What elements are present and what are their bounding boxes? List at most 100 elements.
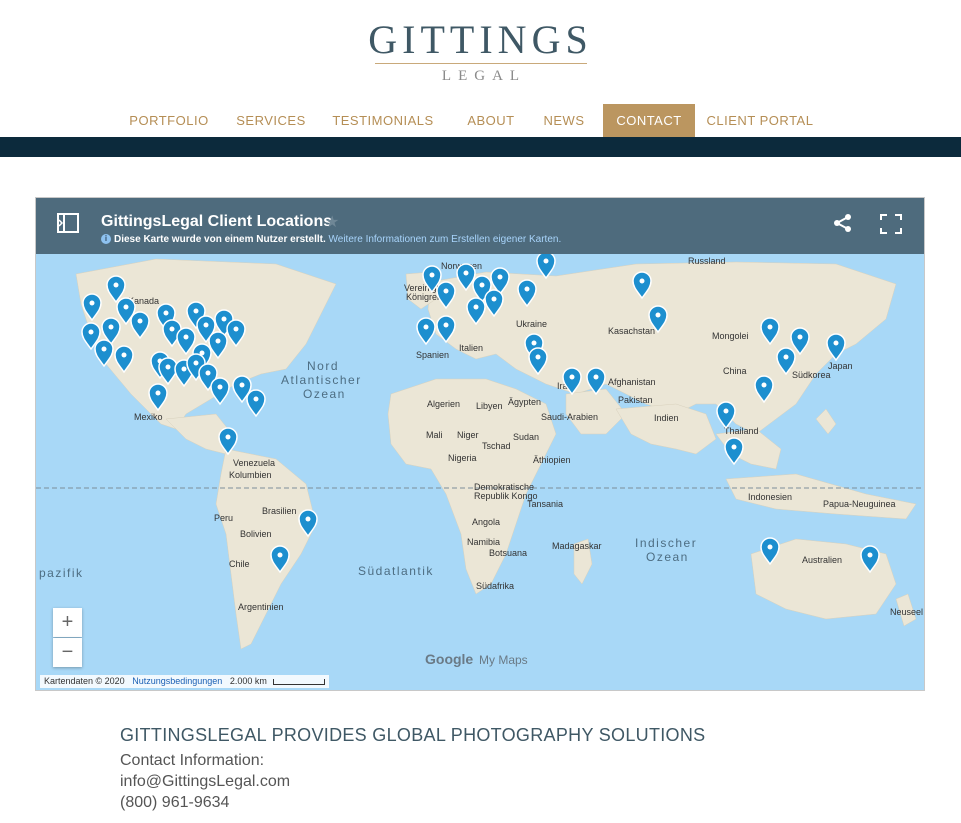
map-pin-dot xyxy=(277,552,283,558)
map-pin-dot xyxy=(215,338,221,344)
embedded-map[interactable]: GittingsLegal Client Locations ★ i Diese … xyxy=(35,197,925,691)
label-botsuana: Botsuana xyxy=(489,548,527,558)
contact-label: Contact Information: xyxy=(120,752,265,769)
terms-link[interactable]: Nutzungsbedingungen xyxy=(132,676,222,686)
contact-email[interactable]: info@GittingsLegal.com xyxy=(120,773,290,791)
logo-wordmark: GITTINGS xyxy=(368,17,593,62)
map-info-link[interactable]: Weitere Informationen zum Erstellen eige… xyxy=(329,234,562,245)
logo-divider xyxy=(374,63,587,64)
fullscreen-icon[interactable] xyxy=(880,214,902,234)
map-pin-dot xyxy=(239,382,245,388)
label-neuseeland: Neuseel xyxy=(890,607,923,617)
label-china: China xyxy=(723,366,747,376)
scale-label: 2.000 km xyxy=(229,676,267,686)
label-chile: Chile xyxy=(229,559,250,569)
map-pin-dot xyxy=(121,352,127,358)
label-namibia: Namibia xyxy=(467,537,500,547)
map-pin-dot xyxy=(193,308,199,314)
map-pin-dot xyxy=(443,288,449,294)
label-tansania: Tansania xyxy=(527,499,563,509)
label-russland: Russland xyxy=(688,256,726,266)
label-indien: Indien xyxy=(654,413,679,423)
map-pin-dot xyxy=(543,258,549,264)
mymaps-brand: My Maps xyxy=(479,653,528,667)
sidebar-toggle-icon[interactable] xyxy=(56,212,80,234)
map-pin-dot xyxy=(443,322,449,328)
map-pin-dot xyxy=(165,364,171,370)
map-pin-dot xyxy=(497,274,503,280)
map-pin-dot xyxy=(225,434,231,440)
map-title: GittingsLegal Client Locations xyxy=(101,213,333,230)
map-pin-dot xyxy=(193,360,199,366)
site-logo[interactable]: GITTINGS LEGAL xyxy=(0,18,961,85)
label-ukraine: Ukraine xyxy=(516,319,547,329)
map-pin-dot xyxy=(123,304,129,310)
map-pin-dot xyxy=(253,396,259,402)
map-pin-dot xyxy=(181,366,187,372)
map-pin-dot xyxy=(491,296,497,302)
label-sudan: Sudan xyxy=(513,432,539,442)
map-pin-dot xyxy=(767,324,773,330)
label-spanien: Spanien xyxy=(416,350,449,360)
map-pin-dot xyxy=(137,318,143,324)
scale-bar xyxy=(273,678,326,685)
label-brasilien: Brasilien xyxy=(262,506,297,516)
map-pin-dot xyxy=(183,334,189,340)
map-pin-dot xyxy=(101,346,107,352)
zoom-out-button[interactable]: − xyxy=(53,638,82,667)
label-pazifik: pazifik xyxy=(39,566,84,580)
map-pin-dot xyxy=(797,334,803,340)
map-pin-dot xyxy=(221,316,227,322)
map-pin-dot xyxy=(639,278,645,284)
world-map[interactable]: Norwegen Russland Kanada Ukraine Kasachs… xyxy=(36,254,924,690)
label-aegypten: Ägypten xyxy=(508,397,541,407)
label-peru: Peru xyxy=(214,513,233,523)
nav-item-about[interactable]: ABOUT xyxy=(461,104,521,137)
nav-item-news[interactable]: NEWS xyxy=(538,104,590,137)
nav-item-contact[interactable]: CONTACT xyxy=(603,104,695,137)
label-aethiopien: Äthiopien xyxy=(533,455,571,465)
label-algerien: Algerien xyxy=(427,399,460,409)
map-pin-dot xyxy=(833,340,839,346)
map-pin-dot xyxy=(531,340,537,346)
label-indischer: Indischer xyxy=(635,536,697,550)
map-pin-dot xyxy=(593,374,599,380)
label-libyen: Libyen xyxy=(476,401,503,411)
label-mexiko: Mexiko xyxy=(134,412,163,422)
map-pin-dot xyxy=(113,282,119,288)
map-pin-dot xyxy=(524,286,530,292)
label-pakistan: Pakistan xyxy=(618,395,653,405)
contact-phone[interactable]: (800) 961-9634 xyxy=(120,794,229,812)
label-papua-neuguinea: Papua-Neuguinea xyxy=(823,499,896,509)
nav-item-testimonials[interactable]: TESTIMONIALS xyxy=(328,104,438,137)
label-afghanistan: Afghanistan xyxy=(608,377,656,387)
star-icon[interactable]: ★ xyxy=(325,212,339,232)
nav-underline-band xyxy=(0,137,961,157)
map-pin-dot xyxy=(203,322,209,328)
nav-item-services[interactable]: SERVICES xyxy=(232,104,310,137)
label-nigeria: Nigeria xyxy=(448,453,477,463)
label-tschad: Tschad xyxy=(482,441,511,451)
nav-item-portfolio[interactable]: PORTFOLIO xyxy=(124,104,214,137)
map-info-line: i Diese Karte wurde von einem Nutzer erst… xyxy=(101,234,561,245)
map-pin-dot xyxy=(108,324,114,330)
label-kasachstan: Kasachstan xyxy=(608,326,655,336)
map-pin-dot xyxy=(767,544,773,550)
map-pin-dot xyxy=(305,516,311,522)
map-pin-dot xyxy=(783,354,789,360)
zoom-in-button[interactable]: + xyxy=(53,608,82,637)
map-pin-dot xyxy=(423,324,429,330)
map-pin-dot xyxy=(463,270,469,276)
map-pin-dot xyxy=(155,390,161,396)
share-icon[interactable] xyxy=(833,213,853,233)
label-saudi-arabien: Saudi-Arabien xyxy=(541,412,598,422)
map-pin-dot xyxy=(473,304,479,310)
label-japan: Japan xyxy=(828,361,853,371)
map-pin-dot xyxy=(205,370,211,376)
map-pin-dot xyxy=(535,354,541,360)
label-kolumbien: Kolumbien xyxy=(229,470,272,480)
logo-subtitle: LEGAL xyxy=(441,68,527,84)
label-italien: Italien xyxy=(459,343,483,353)
label-ozean: Ozean xyxy=(303,387,346,401)
nav-item-client-portal[interactable]: CLIENT PORTAL xyxy=(703,104,817,137)
